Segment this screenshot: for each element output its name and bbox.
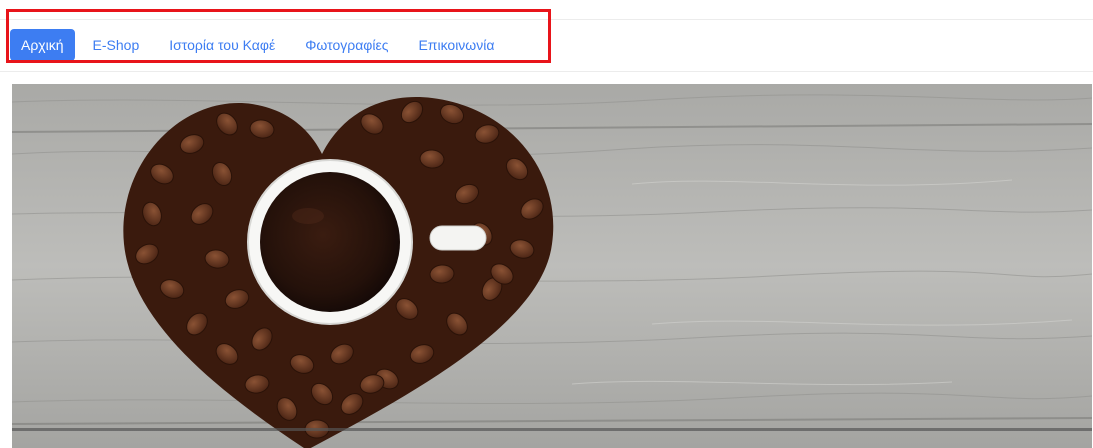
nav-divider-top — [0, 19, 1093, 20]
nav-item-coffee-history[interactable]: Ιστορία του Καφέ — [157, 29, 287, 61]
coffee-surface — [260, 172, 400, 312]
nav-item-eshop[interactable]: E-Shop — [81, 29, 152, 61]
nav-item-contact[interactable]: Επικοινωνία — [406, 29, 506, 61]
page: Αρχική E-Shop Ιστορία του Καφέ Φωτογραφί… — [0, 0, 1093, 448]
nav-divider-bottom — [0, 71, 1093, 72]
hero-coffee-photo — [12, 84, 1092, 448]
hero-image — [12, 84, 1092, 448]
cup-handle — [429, 225, 487, 251]
nav-item-home[interactable]: Αρχική — [10, 29, 75, 61]
nav-item-photos[interactable]: Φωτογραφίες — [293, 29, 400, 61]
main-nav: Αρχική E-Shop Ιστορία του Καφέ Φωτογραφί… — [10, 29, 506, 61]
